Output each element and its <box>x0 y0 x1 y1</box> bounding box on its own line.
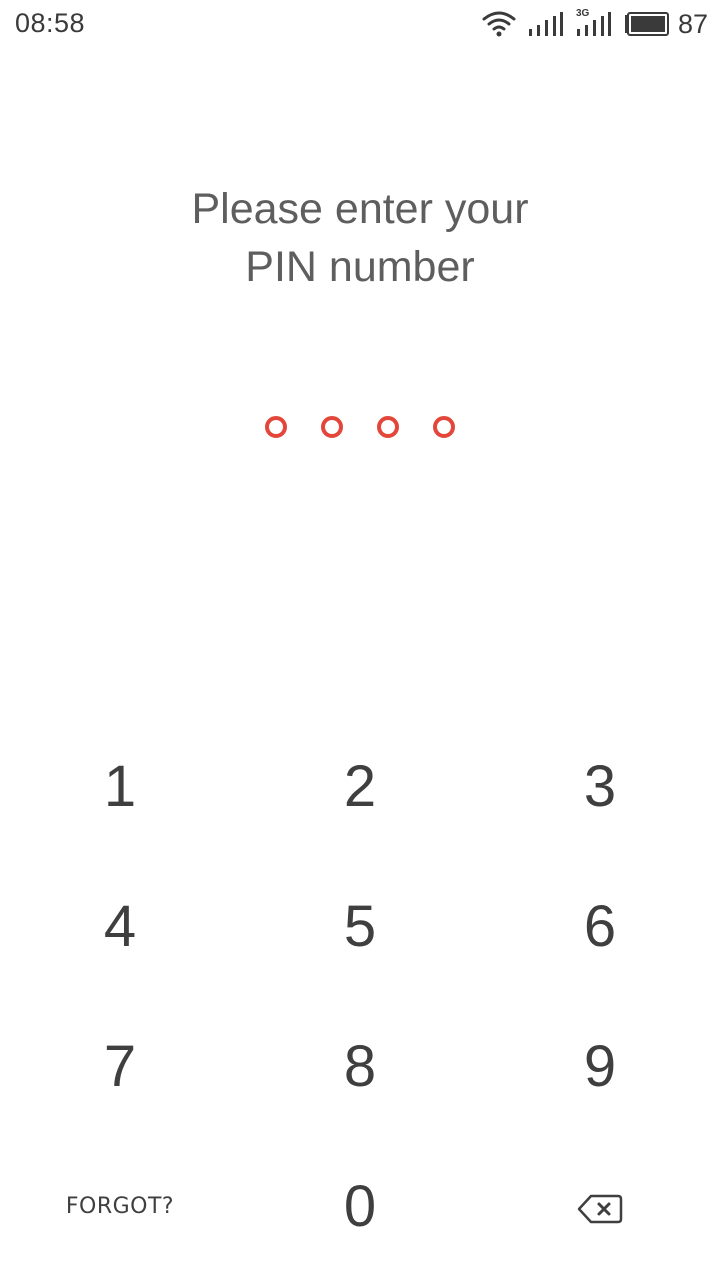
key-4[interactable]: 4 <box>0 856 240 996</box>
pin-dot <box>265 416 287 438</box>
status-time: 08:58 <box>15 8 86 38</box>
key-6[interactable]: 6 <box>480 856 720 996</box>
pin-dots <box>0 416 720 442</box>
status-icons: 3G 87 <box>482 8 708 40</box>
backspace-button[interactable] <box>480 1136 720 1276</box>
pin-dot <box>321 416 343 438</box>
key-2[interactable]: 2 <box>240 716 480 856</box>
pin-prompt-line2: PIN number <box>245 243 475 291</box>
key-0[interactable]: 0 <box>240 1136 480 1276</box>
backspace-icon <box>577 1174 623 1239</box>
key-3[interactable]: 3 <box>480 716 720 856</box>
status-bar: 08:58 3G 87 <box>0 0 720 48</box>
pin-prompt: Please enter your PIN number <box>0 180 720 296</box>
key-5[interactable]: 5 <box>240 856 480 996</box>
pin-prompt-line1: Please enter your <box>191 185 529 233</box>
battery-indicator: 87 <box>624 9 708 40</box>
forgot-button[interactable]: FORGOT? <box>0 1136 240 1276</box>
keypad: 1 2 3 4 5 6 7 8 9 FORGOT? 0 <box>0 716 720 1276</box>
key-8[interactable]: 8 <box>240 996 480 1136</box>
key-1[interactable]: 1 <box>0 716 240 856</box>
signal-3g-icon: 3G <box>575 8 612 37</box>
battery-icon <box>624 12 670 36</box>
pin-dot <box>433 416 455 438</box>
wifi-icon <box>482 10 516 38</box>
network-label: 3G <box>575 8 590 19</box>
pin-dot <box>377 416 399 438</box>
signal-icon <box>528 11 564 37</box>
key-7[interactable]: 7 <box>0 996 240 1136</box>
key-9[interactable]: 9 <box>480 996 720 1136</box>
battery-percent: 87 <box>677 8 708 39</box>
